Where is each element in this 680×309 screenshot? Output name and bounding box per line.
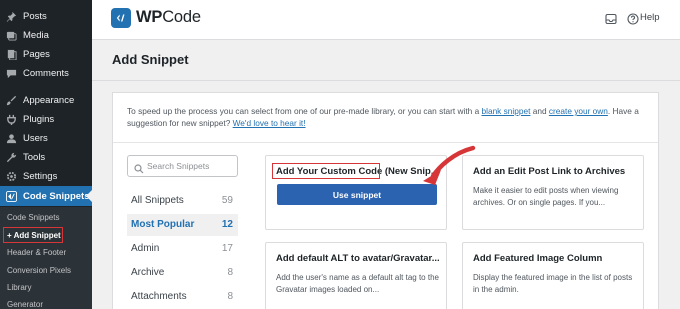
sidebar-item-posts[interactable]: Posts	[0, 6, 92, 26]
wrench-icon	[5, 151, 17, 163]
divider	[113, 142, 658, 143]
snippet-title: Add default ALT to avatar/Gravatar...	[276, 253, 440, 264]
code-snippets-submenu: Code Snippets + Add Snippet Header & Foo…	[0, 207, 92, 309]
add-snippet-highlight	[3, 227, 63, 243]
plug-icon	[5, 113, 17, 125]
sidebar-item-label: Comments	[23, 67, 69, 79]
blank-snippet-link[interactable]: blank snippet	[482, 106, 531, 116]
annotation-arrow-icon	[423, 145, 476, 185]
code-snippets-icon	[5, 190, 17, 202]
snippet-description: Add the user's name as a default alt tag…	[276, 273, 439, 294]
sidebar-item-users[interactable]: Users	[0, 128, 92, 148]
category-all-snippets[interactable]: All Snippets 59	[127, 190, 238, 212]
wpcode-logo-icon	[111, 8, 131, 28]
brush-icon	[5, 94, 17, 106]
create-your-own-link[interactable]: create your own	[549, 106, 608, 116]
snippet-card-featured-image[interactable]: Add Featured Image Column Display the fe…	[462, 242, 644, 309]
sidebar-item-label: Plugins	[23, 113, 55, 125]
divider	[92, 80, 680, 81]
sidebar-item-label: Settings	[23, 170, 58, 182]
sidebar-item-media[interactable]: Media	[0, 25, 92, 45]
sidebar-item-label: Media	[23, 29, 49, 41]
help-link[interactable]: Help	[640, 12, 660, 23]
brand-name: WPCode	[136, 8, 201, 26]
category-admin[interactable]: Admin 17	[127, 238, 238, 260]
sidebar-item-label: Appearance	[23, 94, 75, 106]
snippet-description: Display the featured image in the list o…	[473, 273, 633, 294]
submenu-item-library[interactable]: Library	[7, 283, 31, 292]
page-title: Add Snippet	[112, 52, 189, 67]
submenu-item-generator[interactable]: Generator	[7, 300, 43, 309]
custom-code-highlight	[272, 163, 380, 179]
sidebar-item-code-snippets[interactable]: Code Snippets	[0, 186, 92, 206]
pin-icon	[5, 10, 17, 22]
users-icon	[5, 132, 17, 144]
snippet-title: Add an Edit Post Link to Archives	[473, 166, 626, 177]
inbox-icon[interactable]	[605, 12, 617, 25]
intro-text: To speed up the process you can select f…	[127, 106, 639, 128]
category-most-popular[interactable]: Most Popular 12	[127, 214, 238, 236]
sidebar-item-label: Tools	[23, 151, 46, 163]
sidebar-item-comments[interactable]: Comments	[0, 63, 92, 83]
snippet-title: Add Featured Image Column	[473, 253, 603, 264]
admin-sidebar: Posts Media Pages Comments Appearance Pl…	[0, 0, 92, 309]
sidebar-item-settings[interactable]: Settings	[0, 166, 92, 186]
submenu-item-code-snippets[interactable]: Code Snippets	[7, 213, 59, 222]
search-box	[127, 155, 238, 177]
active-indicator	[86, 190, 92, 202]
pages-icon	[5, 48, 17, 60]
category-archive[interactable]: Archive 8	[127, 262, 238, 284]
sidebar-item-label: Users	[23, 132, 48, 144]
sidebar-item-label: Posts	[23, 10, 47, 22]
sidebar-item-appearance[interactable]: Appearance	[0, 90, 92, 110]
submenu-item-conversion-pixels[interactable]: Conversion Pixels	[7, 266, 71, 275]
snippet-card-default-alt[interactable]: Add default ALT to avatar/Gravatar... Ad…	[265, 242, 447, 309]
comments-icon	[5, 67, 17, 79]
category-attachments[interactable]: Attachments 8	[127, 286, 238, 308]
media-icon	[5, 29, 17, 41]
search-input[interactable]	[147, 159, 235, 173]
sidebar-item-plugins[interactable]: Plugins	[0, 109, 92, 129]
submenu-item-header-footer[interactable]: Header & Footer	[7, 248, 66, 257]
settings-icon	[5, 170, 17, 182]
top-bar: WPCode Help	[92, 0, 680, 40]
search-icon	[134, 161, 144, 174]
help-icon[interactable]	[627, 12, 639, 25]
sidebar-item-pages[interactable]: Pages	[0, 44, 92, 64]
sidebar-item-label: Code Snippets	[23, 190, 90, 202]
sidebar-item-tools[interactable]: Tools	[0, 147, 92, 167]
snippet-description: Make it easier to edit posts when viewin…	[473, 186, 619, 207]
sidebar-item-label: Pages	[23, 48, 50, 60]
suggestion-link[interactable]: We'd love to hear it!	[233, 118, 306, 128]
